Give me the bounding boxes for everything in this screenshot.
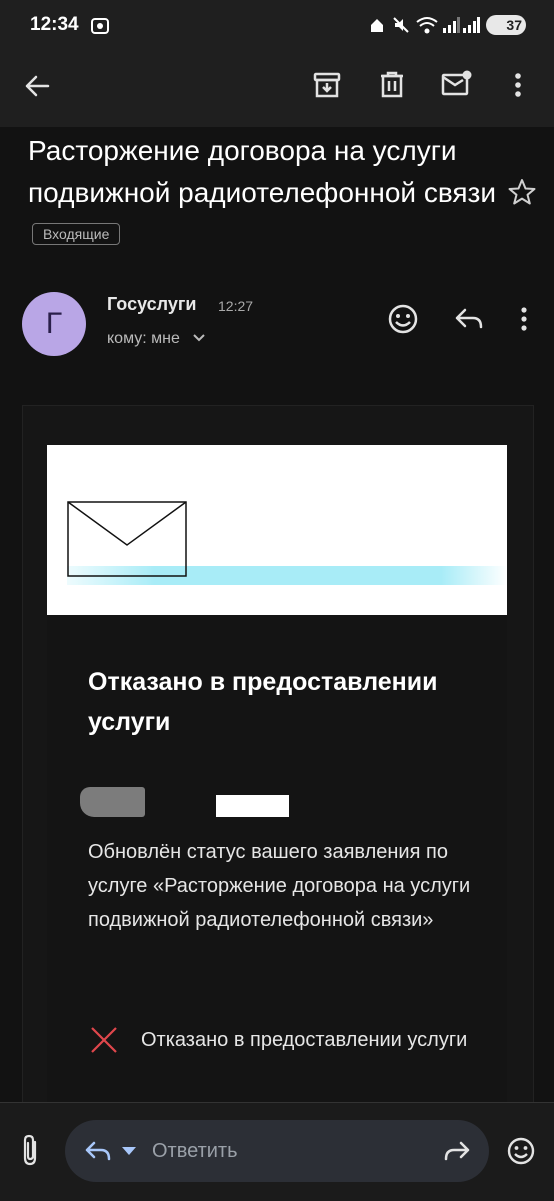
status-text: Отказано в предоставлении услуги (141, 1029, 468, 1051)
reply-mode-icon[interactable] (84, 1139, 112, 1165)
message-heading: Отказано в предоставлении услуги (88, 668, 438, 736)
message-paragraph: Обновлён статус вашего заявления по услу… (88, 841, 471, 931)
emoji-reaction-icon[interactable] (387, 303, 419, 335)
envelope-illustration (67, 501, 507, 585)
forward-icon[interactable] (441, 1139, 471, 1165)
subject-text: Расторжение договора на услуги подвижной… (28, 135, 497, 208)
arrow-left-icon[interactable] (22, 71, 52, 101)
more-vert-icon[interactable] (508, 70, 528, 100)
notification-icon (371, 19, 383, 32)
top-app-bar (0, 52, 554, 127)
email-subject: Расторжение договора на услуги подвижной… (28, 130, 498, 256)
sender-avatar[interactable]: Г (22, 292, 86, 356)
sender-name: Госуслуги (107, 294, 197, 314)
recipient-toggle[interactable]: кому: мне (107, 330, 206, 348)
status-time: 12:34 (30, 14, 79, 35)
mute-icon (393, 17, 409, 33)
message-banner (47, 445, 507, 615)
screen-record-icon (91, 18, 109, 34)
redacted-block-2 (216, 795, 289, 817)
attachment-icon[interactable] (20, 1134, 42, 1168)
reply-icon[interactable] (454, 305, 484, 333)
recipient-text: кому: мне (107, 330, 180, 347)
star-icon[interactable] (508, 178, 536, 206)
signal-icon-2 (463, 17, 480, 33)
archive-icon[interactable] (312, 70, 342, 100)
close-icon (91, 1027, 117, 1053)
emoji-icon[interactable] (506, 1136, 536, 1166)
inbox-label[interactable]: Входящие (32, 222, 121, 245)
trash-icon[interactable] (377, 70, 407, 100)
sent-time: 12:27 (218, 298, 254, 314)
reply-placeholder: Ответить (152, 1140, 238, 1162)
battery-level: 37 (506, 17, 522, 33)
caret-down-icon[interactable] (121, 1146, 137, 1156)
status-bar: 12:34 37 (0, 0, 554, 52)
redacted-block (80, 787, 145, 817)
chevron-down-icon (193, 334, 206, 342)
battery-indicator: 37 (486, 15, 526, 35)
mail-unread-icon[interactable] (441, 69, 473, 99)
signal-icon (443, 17, 460, 33)
wifi-icon (416, 17, 438, 34)
message-more-icon[interactable] (514, 304, 534, 334)
